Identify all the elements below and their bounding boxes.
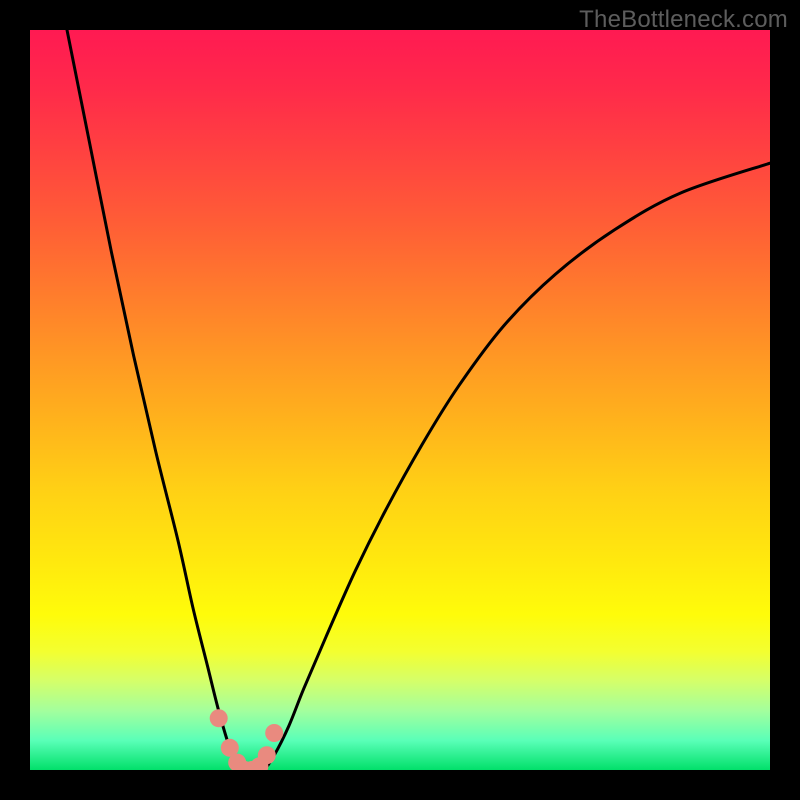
bottleneck-curve-path <box>67 30 770 770</box>
marker-point <box>210 709 228 727</box>
curve-group <box>67 30 770 770</box>
marker-point <box>258 746 276 764</box>
plot-area <box>30 30 770 770</box>
marker-group <box>210 709 284 770</box>
chart-frame: TheBottleneck.com <box>0 0 800 800</box>
bottleneck-curve-svg <box>30 30 770 770</box>
marker-point <box>265 724 283 742</box>
